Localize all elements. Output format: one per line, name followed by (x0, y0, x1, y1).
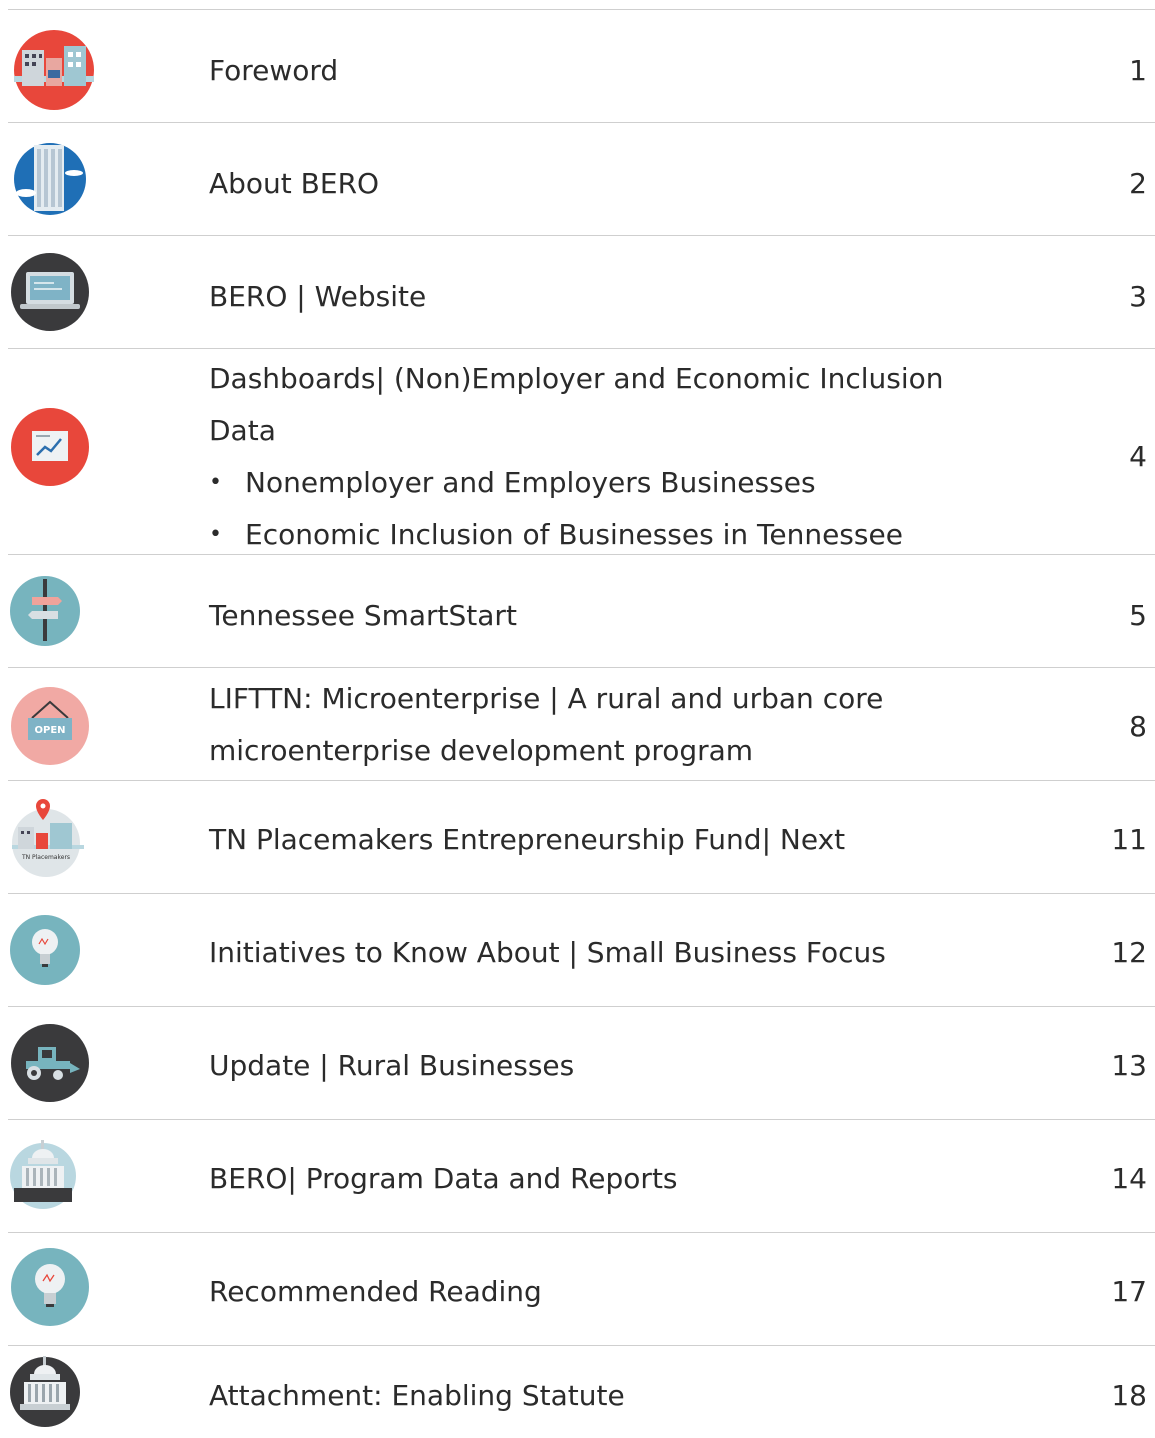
toc-row-initiatives[interactable]: Initiatives to Know About | Small Busine… (8, 894, 1155, 1007)
toc-page-number: 14 (1111, 1162, 1147, 1195)
placemakers-map-pin-icon: TN Placemakers (8, 793, 100, 885)
toc-page-number: 4 (1129, 440, 1147, 473)
toc-subitems: Nonemployer and Employers Businesses Eco… (209, 457, 969, 561)
toc-page-number: 1 (1129, 54, 1147, 87)
placemakers-logo-text: TN Placemakers (21, 854, 70, 861)
open-sign-text: OPEN (34, 725, 65, 736)
toc-title: Foreword (209, 54, 339, 87)
toc-row-program-data[interactable]: BERO| Program Data and Reports 14 (8, 1120, 1155, 1233)
toc-row-placemakers[interactable]: TN Placemakers TN Placemakers Entreprene… (8, 781, 1155, 894)
toc-title: Dashboards| (Non)Employer and Economic I… (209, 353, 969, 561)
toc-row-foreword[interactable]: Foreword 1 (8, 10, 1155, 123)
toc-title: Recommended Reading (209, 1275, 542, 1308)
city-buildings-icon (8, 24, 100, 116)
toc-row-about-bero[interactable]: About BERO 2 (8, 123, 1155, 236)
toc-title: Initiatives to Know About | Small Busine… (209, 936, 886, 969)
toc-page-number: 3 (1129, 280, 1147, 313)
toc-page-number: 18 (1111, 1379, 1147, 1412)
toc-row-bero-website[interactable]: BERO | Website 3 (8, 236, 1155, 349)
toc-title: LIFTTN: Microenterprise | A rural and ur… (209, 682, 884, 767)
toc-title: TN Placemakers Entrepreneurship Fund| Ne… (209, 823, 846, 856)
toc-title: Tennessee SmartStart (209, 599, 517, 632)
toc-page-number: 2 (1129, 167, 1147, 200)
toc-page-number: 8 (1129, 710, 1147, 743)
toc-row-rural-update[interactable]: Update | Rural Businesses 13 (8, 1007, 1155, 1120)
tractor-icon (8, 1017, 100, 1109)
toc-title: About BERO (209, 167, 380, 200)
toc-page-number: 12 (1111, 936, 1147, 969)
toc-row-attachment[interactable]: Attachment: Enabling Statute 18 (8, 1346, 1155, 1432)
toc-row-recommended-reading[interactable]: Recommended Reading 17 (8, 1233, 1155, 1346)
capitol-building-icon (8, 1130, 100, 1222)
laptop-icon (8, 246, 100, 338)
toc-title: Update | Rural Businesses (209, 1049, 575, 1082)
toc-row-lifttn[interactable]: OPEN LIFTTN: Microenterprise | A rural a… (8, 668, 1155, 781)
toc-row-smartstart[interactable]: Tennessee SmartStart 5 (8, 555, 1155, 668)
toc-page-number: 17 (1111, 1275, 1147, 1308)
signpost-icon (8, 565, 100, 657)
open-sign-icon: OPEN (8, 680, 100, 772)
chart-trend-icon (8, 401, 100, 493)
toc-title: BERO | Website (209, 280, 427, 313)
toc-title-text: Dashboards| (Non)Employer and Economic I… (209, 362, 944, 447)
toc-title: BERO| Program Data and Reports (209, 1162, 678, 1195)
lightbulb-icon (8, 1241, 100, 1333)
skyscraper-icon (8, 133, 100, 225)
lightbulb-icon (8, 904, 100, 996)
toc-page-number: 13 (1111, 1049, 1147, 1082)
capitol-building-icon (8, 1346, 100, 1438)
table-of-contents: Foreword 1 About BERO 2 BERO | Website 3… (8, 9, 1155, 1432)
toc-subitem: Nonemployer and Employers Businesses (209, 457, 969, 509)
toc-page-number: 11 (1111, 823, 1147, 856)
toc-title: Attachment: Enabling Statute (209, 1379, 625, 1412)
toc-row-dashboards[interactable]: Dashboards| (Non)Employer and Economic I… (8, 349, 1155, 561)
toc-subitem: Economic Inclusion of Businesses in Tenn… (209, 509, 969, 561)
toc-page-number: 5 (1129, 599, 1147, 632)
